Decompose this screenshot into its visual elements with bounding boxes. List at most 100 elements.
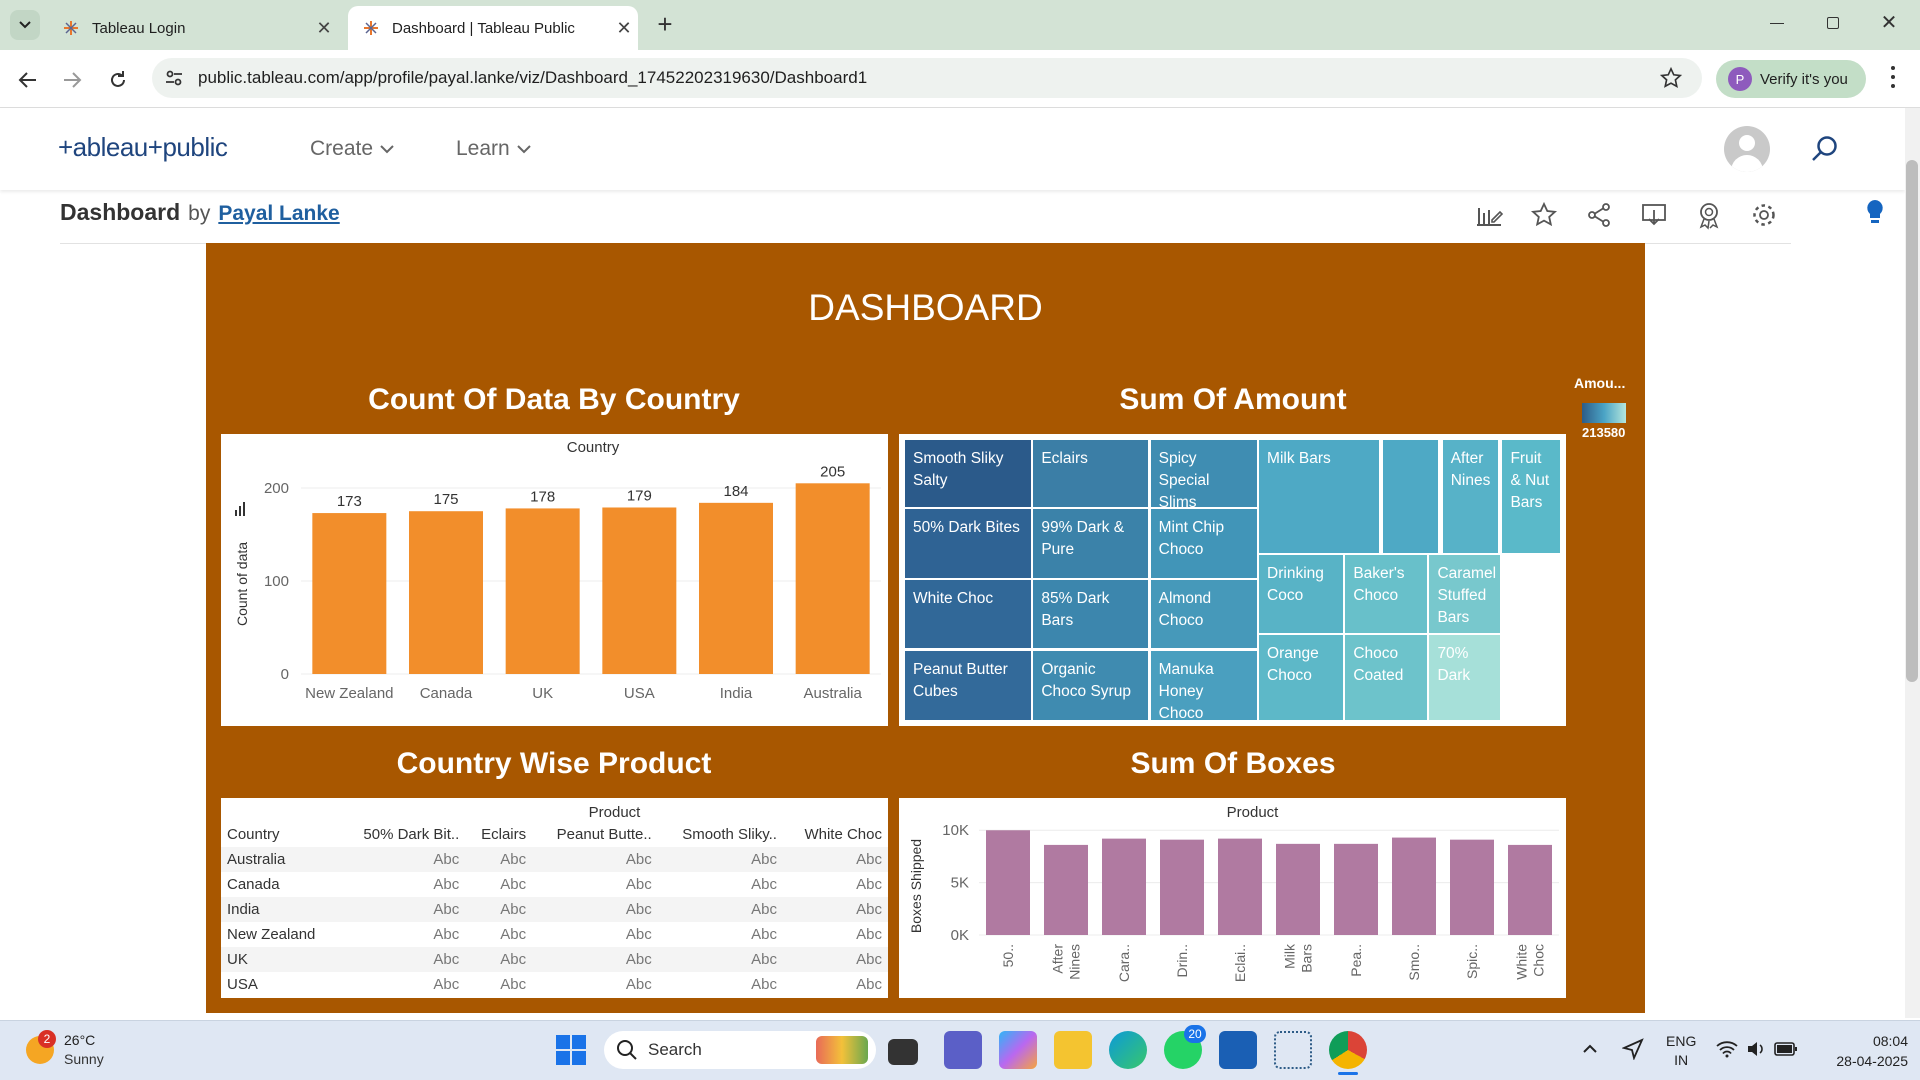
bar[interactable] <box>986 830 1030 935</box>
wifi-icon[interactable] <box>1716 1040 1738 1058</box>
tableau-public-logo[interactable]: +ableau+public <box>58 132 228 163</box>
edge-icon[interactable] <box>1109 1031 1147 1069</box>
treemap-cell[interactable]: 70% Dark <box>1429 635 1501 720</box>
close-window-button[interactable]: ✕ <box>1874 10 1904 38</box>
bar[interactable] <box>1392 837 1436 935</box>
verify-button[interactable]: P Verify it's you <box>1716 60 1866 98</box>
boxes-chart-panel[interactable]: Product 0K 5K 10K Boxes Shipped 50.. After Nin… <box>899 798 1566 998</box>
table-row[interactable]: India Abc Abc Abc Abc Abc <box>221 897 888 922</box>
bar[interactable] <box>1508 844 1552 935</box>
treemap-cell[interactable]: Organic Choco Syrup <box>1033 650 1149 720</box>
treemap-cell[interactable]: Mint Chip Choco <box>1150 509 1257 578</box>
column-header[interactable]: Peanut Butte.. <box>532 822 658 847</box>
bar[interactable] <box>1044 844 1088 935</box>
teams-icon[interactable] <box>944 1031 982 1069</box>
tab-tableau-login[interactable]: Tableau Login ✕ <box>48 6 338 50</box>
bar[interactable] <box>1450 839 1494 935</box>
author-link[interactable]: Payal Lanke <box>218 202 339 226</box>
windows-start-icon[interactable] <box>556 1035 586 1065</box>
tableau-app-icon[interactable] <box>1274 1031 1312 1069</box>
treemap-cell[interactable]: Manuka Honey Choco <box>1150 650 1257 720</box>
share-icon[interactable] <box>1584 200 1614 230</box>
back-button[interactable] <box>12 64 44 96</box>
table-row[interactable]: Australia Abc Abc Abc Abc Abc <box>221 847 888 872</box>
forward-button[interactable] <box>56 64 88 96</box>
battery-icon[interactable] <box>1774 1041 1798 1057</box>
bar[interactable] <box>1276 843 1320 935</box>
browser-menu-button[interactable] <box>1884 64 1902 90</box>
treemap-cell[interactable]: Almond Choco <box>1150 580 1257 649</box>
file-explorer-dark-icon[interactable] <box>888 1039 918 1065</box>
address-bar[interactable]: public.tableau.com/app/profile/payal.lan… <box>152 58 1702 98</box>
taskbar-search[interactable]: Search <box>604 1031 876 1069</box>
table-row[interactable]: New Zealand Abc Abc Abc Abc Abc <box>221 922 888 947</box>
nav-create[interactable]: Create <box>310 137 395 161</box>
treemap-cell[interactable]: Choco Coated <box>1345 635 1428 720</box>
bar[interactable] <box>1334 843 1378 935</box>
treemap-cell[interactable]: 85% Dark Bars <box>1033 580 1149 649</box>
lightbulb-icon[interactable] <box>1864 198 1886 228</box>
volume-icon[interactable] <box>1746 1040 1766 1058</box>
copilot-icon[interactable] <box>999 1031 1037 1069</box>
tab-search-button[interactable] <box>10 10 40 40</box>
chevron-up-icon[interactable] <box>1582 1044 1598 1054</box>
treemap-cell[interactable]: Eclairs <box>1033 440 1149 508</box>
edit-viz-icon[interactable] <box>1474 200 1504 230</box>
store-icon[interactable] <box>1219 1031 1257 1069</box>
sort-icon[interactable] <box>235 502 245 516</box>
close-tab-icon[interactable]: ✕ <box>610 14 638 42</box>
column-header[interactable]: White Choc <box>782 822 888 847</box>
treemap-cell[interactable]: Baker's Choco <box>1345 555 1428 633</box>
location-arrow-icon[interactable] <box>1622 1038 1644 1060</box>
chrome-icon[interactable] <box>1329 1031 1367 1069</box>
treemap-cell[interactable]: Smooth Sliky Salty <box>905 440 1032 508</box>
table-panel[interactable]: Product Country 50% Dark Bit.. Eclairs Pean… <box>221 798 888 998</box>
new-tab-button[interactable]: + <box>650 10 680 40</box>
column-header[interactable]: Eclairs <box>465 822 533 847</box>
folder-icon[interactable] <box>1054 1031 1092 1069</box>
treemap-cell[interactable]: White Choc <box>905 580 1032 649</box>
minimize-button[interactable] <box>1762 12 1792 36</box>
treemap-cell[interactable]: Peanut Butter Cubes <box>905 650 1032 720</box>
column-header[interactable]: 50% Dark Bit.. <box>338 822 466 847</box>
user-avatar[interactable] <box>1724 126 1770 172</box>
bar-chart-panel[interactable]: Country 0 100 200 Count of data 173 New Zealan… <box>221 434 888 726</box>
treemap-cell[interactable]: Spicy Special Slims <box>1150 440 1257 508</box>
favorite-star-icon[interactable] <box>1529 200 1559 230</box>
treemap-cell[interactable]: Fruit & Nut Bars <box>1502 440 1560 553</box>
scrollbar-thumb[interactable] <box>1906 160 1918 682</box>
treemap-cell[interactable]: Orange Choco <box>1259 635 1344 720</box>
nav-learn[interactable]: Learn <box>456 137 532 161</box>
language-indicator[interactable]: ENG IN <box>1666 1032 1696 1070</box>
treemap-cell[interactable] <box>1382 440 1439 553</box>
treemap-cell[interactable]: Milk Bars <box>1259 440 1379 553</box>
treemap-cell[interactable]: 50% Dark Bites <box>905 509 1032 578</box>
bar[interactable] <box>1218 838 1262 935</box>
bar[interactable] <box>699 502 773 674</box>
bar[interactable] <box>1102 838 1146 935</box>
treemap-panel[interactable]: Smooth Sliky Salty Eclairs Spicy Special S… <box>899 434 1566 726</box>
bookmark-star-icon[interactable] <box>1660 67 1682 89</box>
badge-icon[interactable] <box>1694 200 1724 230</box>
site-settings-icon[interactable] <box>164 68 184 88</box>
column-header[interactable]: Country <box>221 822 339 847</box>
close-tab-icon[interactable]: ✕ <box>310 14 338 42</box>
reload-button[interactable] <box>102 64 134 96</box>
tab-dashboard[interactable]: Dashboard | Tableau Public ✕ <box>348 6 638 50</box>
treemap-cell[interactable]: 99% Dark & Pure <box>1033 509 1149 578</box>
color-legend[interactable]: Amou... 213580 <box>1574 375 1634 440</box>
download-icon[interactable] <box>1639 200 1669 230</box>
bar[interactable] <box>312 513 387 674</box>
bar[interactable] <box>602 507 677 674</box>
bar[interactable] <box>1160 839 1204 935</box>
bar[interactable] <box>505 508 580 674</box>
bar[interactable] <box>409 511 483 674</box>
table-row[interactable]: UK Abc Abc Abc Abc Abc <box>221 947 888 972</box>
treemap-cell[interactable]: Caramel Stuffed Bars <box>1429 555 1501 633</box>
treemap-cell[interactable]: After Nines <box>1442 440 1499 553</box>
column-header[interactable]: Smooth Sliky.. <box>657 822 783 847</box>
search-icon[interactable] <box>1810 134 1840 164</box>
table-row[interactable]: Canada Abc Abc Abc Abc Abc <box>221 872 888 897</box>
weather-widget[interactable]: 2 26°C Sunny <box>22 1030 142 1072</box>
table-row[interactable]: USA Abc Abc Abc Abc Abc <box>221 972 888 997</box>
